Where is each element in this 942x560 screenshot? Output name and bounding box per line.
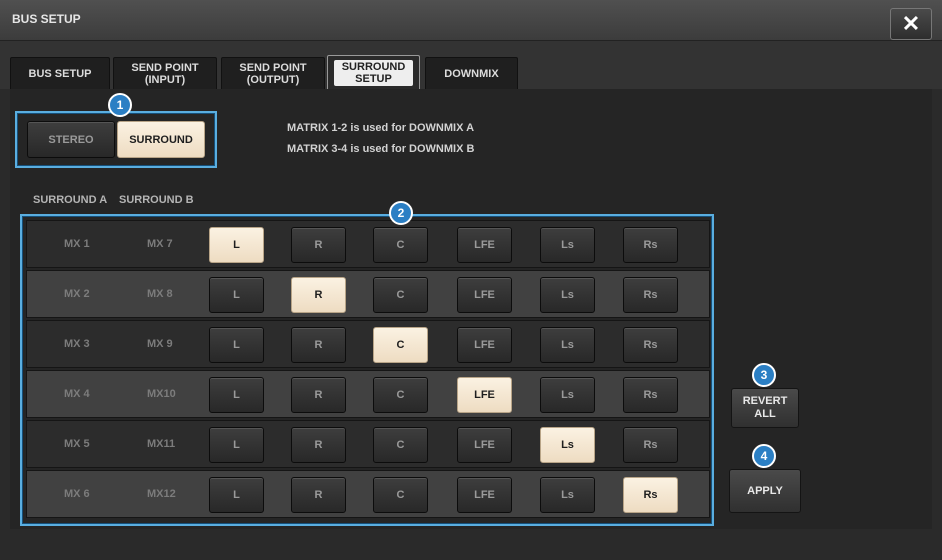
surround-b-label: MX 9 [147, 338, 173, 350]
header-surround-b: SURROUND B [119, 194, 194, 206]
table-row: MX 6 MX12 L R C LFE Ls Rs [26, 470, 710, 518]
table-row: MX 2 MX 8 L R C LFE Ls Rs [26, 270, 710, 318]
surround-b-label: MX11 [147, 438, 176, 450]
channel-c-button[interactable]: C [373, 377, 428, 413]
surround-a-label: MX 5 [64, 438, 90, 450]
channel-l-button[interactable]: L [209, 377, 264, 413]
surround-a-label: MX 2 [64, 288, 90, 300]
matrix-grid-highlight: MX 1 MX 7 L R C LFE Ls Rs MX 2 MX 8 L R … [20, 214, 714, 526]
channel-ls-button[interactable]: Ls [540, 427, 595, 463]
channel-c-button[interactable]: C [373, 227, 428, 263]
callout-badge-4: 4 [752, 444, 776, 468]
channel-r-button[interactable]: R [291, 377, 346, 413]
channel-rs-button[interactable]: Rs [623, 277, 678, 313]
apply-button[interactable]: APPLY [729, 469, 801, 513]
channel-lfe-button[interactable]: LFE [457, 327, 512, 363]
channel-ls-button[interactable]: Ls [540, 227, 595, 263]
channel-r-button[interactable]: R [291, 327, 346, 363]
channel-lfe-button[interactable]: LFE [457, 377, 512, 413]
channel-r-button[interactable]: R [291, 477, 346, 513]
tab-surround-setup[interactable]: SURROUND SETUP [327, 55, 420, 90]
channel-c-button[interactable]: C [373, 327, 428, 363]
bus-setup-window: BUS SETUP ✕ BUS SETUP SEND POINT (INPUT)… [0, 0, 942, 560]
channel-r-button[interactable]: R [291, 427, 346, 463]
surround-a-label: MX 4 [64, 388, 90, 400]
header-surround-a: SURROUND A [33, 194, 108, 206]
channel-c-button[interactable]: C [373, 427, 428, 463]
channel-rs-button[interactable]: Rs [623, 327, 678, 363]
close-button[interactable]: ✕ [890, 8, 932, 40]
channel-ls-button[interactable]: Ls [540, 327, 595, 363]
callout-badge-1: 1 [108, 93, 132, 117]
tab-send-point-output[interactable]: SEND POINT (OUTPUT) [221, 57, 325, 89]
window-title: BUS SETUP [12, 12, 81, 26]
table-row: MX 1 MX 7 L R C LFE Ls Rs [26, 220, 710, 268]
channel-lfe-button[interactable]: LFE [457, 227, 512, 263]
channel-lfe-button[interactable]: LFE [457, 427, 512, 463]
channel-r-button[interactable]: R [291, 277, 346, 313]
channel-c-button[interactable]: C [373, 477, 428, 513]
channel-ls-button[interactable]: Ls [540, 477, 595, 513]
channel-l-button[interactable]: L [209, 427, 264, 463]
channel-rs-button[interactable]: Rs [623, 227, 678, 263]
tab-bus-setup[interactable]: BUS SETUP [10, 57, 110, 89]
channel-lfe-button[interactable]: LFE [457, 277, 512, 313]
tab-bar: BUS SETUP SEND POINT (INPUT) SEND POINT … [0, 41, 942, 90]
surround-b-label: MX 7 [147, 238, 173, 250]
info-line-1: MATRIX 1-2 is used for DOWNMIX A [287, 122, 475, 134]
surround-b-label: MX12 [147, 488, 176, 500]
surround-a-label: MX 6 [64, 488, 90, 500]
channel-ls-button[interactable]: Ls [540, 377, 595, 413]
surround-b-label: MX 8 [147, 288, 173, 300]
channel-r-button[interactable]: R [291, 227, 346, 263]
title-bar: BUS SETUP ✕ [0, 0, 942, 41]
channel-l-button[interactable]: L [209, 477, 264, 513]
surround-a-label: MX 3 [64, 338, 90, 350]
channel-c-button[interactable]: C [373, 277, 428, 313]
info-line-2: MATRIX 3-4 is used for DOWNMIX B [287, 143, 475, 155]
channel-l-button[interactable]: L [209, 227, 264, 263]
table-row: MX 3 MX 9 L R C LFE Ls Rs [26, 320, 710, 368]
surround-button[interactable]: SURROUND [117, 121, 205, 158]
table-row: MX 4 MX10 L R C LFE Ls Rs [26, 370, 710, 418]
table-row: MX 5 MX11 L R C LFE Ls Rs [26, 420, 710, 468]
channel-rs-button[interactable]: Rs [623, 427, 678, 463]
surround-a-label: MX 1 [64, 238, 90, 250]
channel-rs-button[interactable]: Rs [623, 477, 678, 513]
callout-badge-2: 2 [389, 201, 413, 225]
revert-all-button[interactable]: REVERT ALL [731, 388, 799, 428]
channel-l-button[interactable]: L [209, 277, 264, 313]
channel-lfe-button[interactable]: LFE [457, 477, 512, 513]
channel-l-button[interactable]: L [209, 327, 264, 363]
surround-b-label: MX10 [147, 388, 176, 400]
stereo-button[interactable]: STEREO [27, 121, 115, 158]
channel-ls-button[interactable]: Ls [540, 277, 595, 313]
tab-downmix[interactable]: DOWNMIX [425, 57, 518, 89]
channel-rs-button[interactable]: Rs [623, 377, 678, 413]
tab-send-point-input[interactable]: SEND POINT (INPUT) [113, 57, 217, 89]
callout-badge-3: 3 [752, 363, 776, 387]
